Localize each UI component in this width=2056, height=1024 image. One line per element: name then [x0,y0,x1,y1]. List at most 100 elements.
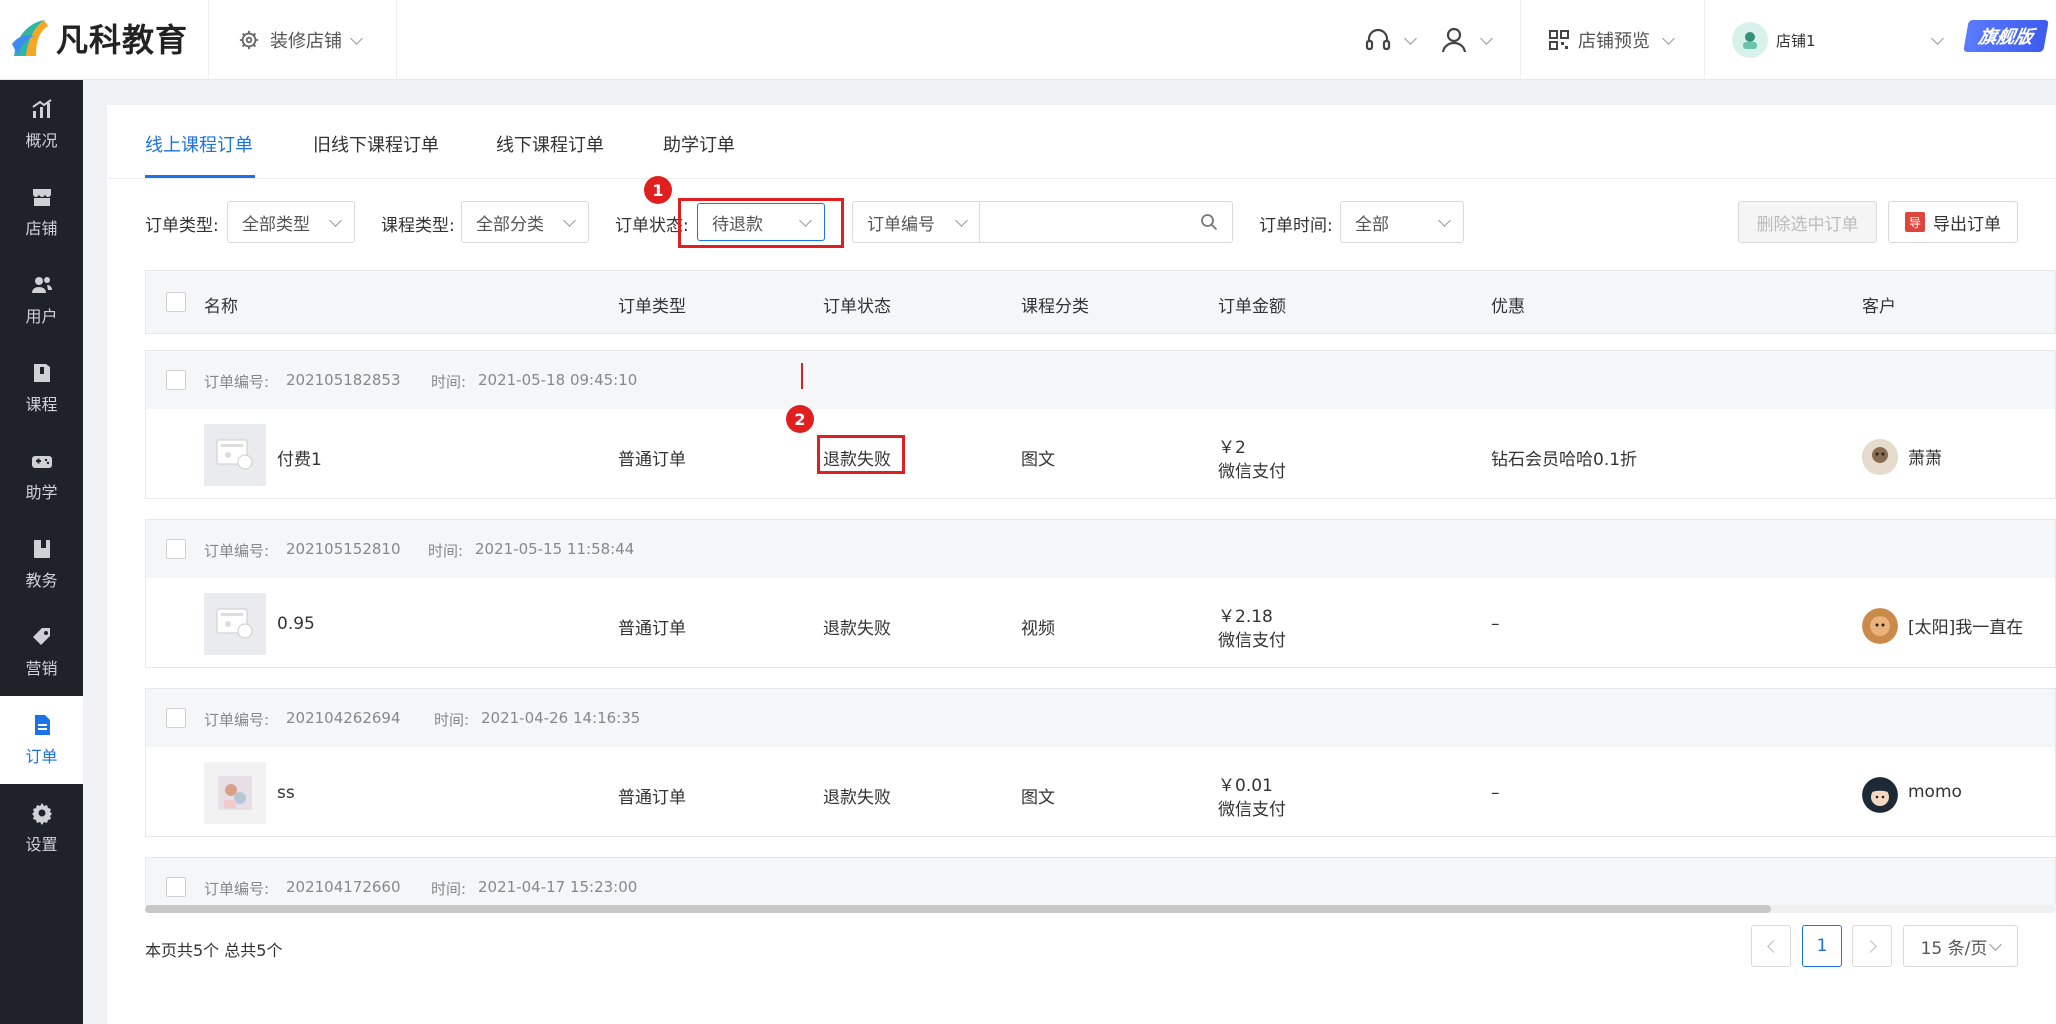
vip-badge[interactable]: 旗舰版 [1963,20,2049,52]
sidebar-item-label: 课程 [25,395,58,414]
sidebar-item-label: 用户 [25,307,58,326]
top-bar: 凡科教育 装修店铺 店铺预览 店铺1 旗舰版 [0,0,2056,80]
customer-name[interactable]: momo [1908,782,1962,802]
page-size-select[interactable]: 15 条/页 [1903,925,2018,967]
course-type-select[interactable]: 全部分类 [461,201,589,243]
scrollbar-thumb[interactable] [145,905,1771,913]
delete-selected-button[interactable]: 删除选中订单 [1738,201,1877,243]
customer-name[interactable]: 萧萧 [1908,444,1942,469]
course-category: 图文 [1021,450,1055,470]
chevron-down-icon [1931,31,1944,45]
customer-avatar [1862,439,1898,475]
course-thumbnail[interactable] [204,762,266,824]
chevron-down-icon [1438,213,1451,227]
table-header: 名称 订单类型 订单状态 课程分类 订单金额 优惠 客户 [145,270,2056,334]
chevron-left-icon [1766,939,1780,953]
sidebar-item-label: 概况 [25,131,58,150]
store-switcher[interactable]: 店铺1 [1732,22,1944,58]
sidebar-item-academic[interactable]: 教务 [0,520,83,608]
order-type: 普通订单 [618,619,686,639]
order-checkbox[interactable] [166,370,186,390]
order-card: 订单编号: 202105152810 时间: 2021-05-15 11:58:… [145,519,2056,668]
divider [396,0,397,80]
order-type: 普通订单 [618,450,686,470]
chevron-down-icon [1404,31,1417,45]
sidebar-item-marketing[interactable]: 营销 [0,608,83,696]
next-page-button[interactable] [1852,925,1892,967]
main-panel: 线上课程订单 旧线下课程订单 线下课程订单 助学订单 订单类型: 全部类型 课程… [107,105,2056,1024]
sidebar-item-label: 设置 [25,835,58,854]
tab-offline-course-orders[interactable]: 线下课程订单 [496,131,604,157]
search-icon[interactable] [1200,213,1218,231]
tab-old-offline-course-orders[interactable]: 旧线下课程订单 [313,131,439,157]
order-header: 订单编号: 202105182853 时间: 2021-05-18 09:45:… [146,351,2055,409]
filter-bar: 订单类型: 全部类型 课程类型: 全部分类 订单状态: 待退款 订单编号 订单时… [107,201,2056,247]
prev-page-button[interactable] [1751,925,1791,967]
column-header-amount: 订单金额 [1218,297,1286,317]
store-avatar [1732,22,1768,58]
divider [208,0,209,80]
sidebar-item-study-aid[interactable]: 助学 [0,432,83,520]
select-all-checkbox[interactable] [166,292,186,312]
course-name[interactable]: ss [277,783,295,803]
chevron-down-icon [955,213,968,227]
sidebar-item-users[interactable]: 用户 [0,256,83,344]
chevron-down-icon [350,31,363,45]
order-time: 2021-04-26 14:16:35 [481,709,641,727]
book-icon [33,364,50,382]
tab-online-course-orders[interactable]: 线上课程订单 [145,131,253,157]
divider [1704,0,1705,80]
export-icon: 导 [1905,212,1925,232]
order-status: 退款失败 [823,619,891,639]
sidebar-item-orders[interactable]: 订单 [0,696,83,784]
sidebar-item-label: 教务 [25,571,58,590]
order-time: 2021-05-15 11:58:44 [475,540,635,558]
order-type: 普通订单 [618,788,686,808]
decorate-store-menu[interactable]: 装修店铺 [238,22,363,58]
logo[interactable]: 凡科教育 [10,14,188,62]
page-number-button[interactable]: 1 [1802,925,1842,967]
document-icon [34,715,50,735]
order-time-value: 全部 [1355,214,1389,235]
chevron-down-icon [1989,937,2003,951]
order-number-label: 订单编号: [204,711,270,729]
order-tabs: 线上课程订单 旧线下课程订单 线下课程订单 助学订单 [107,105,2056,179]
headset-icon [1365,28,1391,51]
sidebar: 概况 店铺 用户 课程 助学 教务 营销 订单 设置 [0,80,83,1024]
order-header: 订单编号: 202104172660 时间: 2021-04-17 15:23:… [146,858,2055,905]
search-input[interactable] [979,201,1233,243]
course-category: 图文 [1021,788,1055,808]
discount: – [1491,614,1500,634]
logo-text: 凡科教育 [56,21,189,59]
sidebar-item-courses[interactable]: 课程 [0,344,83,432]
customer-name[interactable]: [太阳]我一直在 [1908,613,2023,638]
order-time: 2021-05-18 09:45:10 [478,371,638,389]
store-preview-menu[interactable]: 店铺预览 [1548,22,1675,58]
order-checkbox[interactable] [166,708,186,728]
order-checkbox[interactable] [166,877,186,897]
sidebar-item-store[interactable]: 店铺 [0,168,83,256]
gamepad-icon [31,456,52,468]
course-thumbnail[interactable] [204,424,266,486]
support-menu[interactable] [1364,22,1417,58]
sidebar-item-overview[interactable]: 概况 [0,80,83,168]
order-type-select[interactable]: 全部类型 [227,201,355,243]
course-name[interactable]: 付费1 [277,445,322,470]
search-field-value: 订单编号 [867,214,935,235]
course-name[interactable]: 0.95 [277,614,315,634]
order-time-select[interactable]: 全部 [1340,201,1464,243]
order-amount: ￥2.18 [1218,607,1273,627]
order-status: 退款失败 [823,788,891,808]
qrcode-icon [1549,30,1569,50]
course-thumbnail[interactable] [204,593,266,655]
export-orders-button[interactable]: 导 导出订单 [1888,201,2018,243]
horizontal-scrollbar[interactable] [145,905,2056,913]
sidebar-item-settings[interactable]: 设置 [0,784,83,872]
search-field-select[interactable]: 订单编号 [852,201,980,243]
course-placeholder-icon [216,439,253,470]
chart-icon [31,99,52,118]
tab-study-aid-orders[interactable]: 助学订单 [663,131,735,157]
account-menu[interactable] [1440,22,1493,58]
export-button-label: 导出订单 [1933,214,2001,235]
order-checkbox[interactable] [166,539,186,559]
